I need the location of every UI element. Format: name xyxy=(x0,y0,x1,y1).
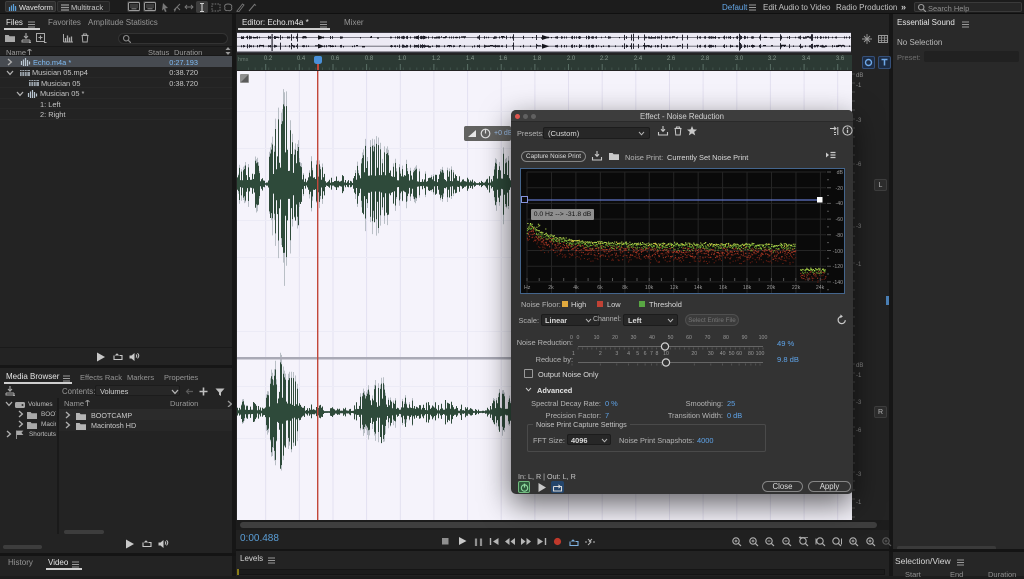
svg-text:3: 3 xyxy=(615,351,618,357)
svg-text:20k: 20k xyxy=(767,285,776,291)
svg-text:70: 70 xyxy=(705,335,711,341)
svg-text:2: 2 xyxy=(599,351,602,357)
svg-text:7: 7 xyxy=(650,351,653,357)
svg-text:18k: 18k xyxy=(743,285,752,291)
svg-text:24k: 24k xyxy=(816,285,825,291)
svg-text:30: 30 xyxy=(631,335,637,341)
svg-text:8: 8 xyxy=(655,351,658,357)
svg-text:6k: 6k xyxy=(597,285,603,291)
svg-text:4k: 4k xyxy=(573,285,579,291)
svg-text:10: 10 xyxy=(594,335,600,341)
svg-text:20: 20 xyxy=(612,335,618,341)
svg-text:100: 100 xyxy=(756,351,765,357)
svg-text:0: 0 xyxy=(570,335,573,341)
svg-text:40: 40 xyxy=(720,351,726,357)
svg-text:4: 4 xyxy=(627,351,630,357)
svg-text:60: 60 xyxy=(686,335,692,341)
svg-text:1: 1 xyxy=(572,351,575,357)
svg-text:50: 50 xyxy=(729,351,735,357)
svg-text:8k: 8k xyxy=(622,285,628,291)
svg-text:12k: 12k xyxy=(670,285,679,291)
svg-text:80: 80 xyxy=(748,351,754,357)
svg-text:0: 0 xyxy=(577,335,580,341)
svg-text:40: 40 xyxy=(649,335,655,341)
svg-text:50: 50 xyxy=(668,335,674,341)
svg-text:80: 80 xyxy=(723,335,729,341)
svg-text:-20: -20 xyxy=(836,186,844,192)
svg-text:2k: 2k xyxy=(548,285,554,291)
svg-text:100: 100 xyxy=(759,335,768,341)
svg-text:14k: 14k xyxy=(694,285,703,291)
svg-text:-80: -80 xyxy=(836,233,844,239)
svg-text:Hz: Hz xyxy=(524,285,531,291)
svg-text:90: 90 xyxy=(742,335,748,341)
svg-text:10: 10 xyxy=(663,351,669,357)
svg-text:-60: -60 xyxy=(836,217,844,223)
svg-text:5: 5 xyxy=(636,351,639,357)
svg-text:22k: 22k xyxy=(792,285,801,291)
svg-text:60: 60 xyxy=(736,351,742,357)
svg-text:30: 30 xyxy=(708,351,714,357)
svg-text:10k: 10k xyxy=(645,285,654,291)
svg-text:6: 6 xyxy=(644,351,647,357)
svg-text:-100: -100 xyxy=(833,249,843,255)
svg-text:-120: -120 xyxy=(833,264,843,270)
svg-text:20: 20 xyxy=(691,351,697,357)
svg-text:dB: dB xyxy=(837,170,844,176)
svg-text:-40: -40 xyxy=(836,201,844,207)
svg-text:16k: 16k xyxy=(719,285,728,291)
svg-text:-140: -140 xyxy=(833,280,843,286)
